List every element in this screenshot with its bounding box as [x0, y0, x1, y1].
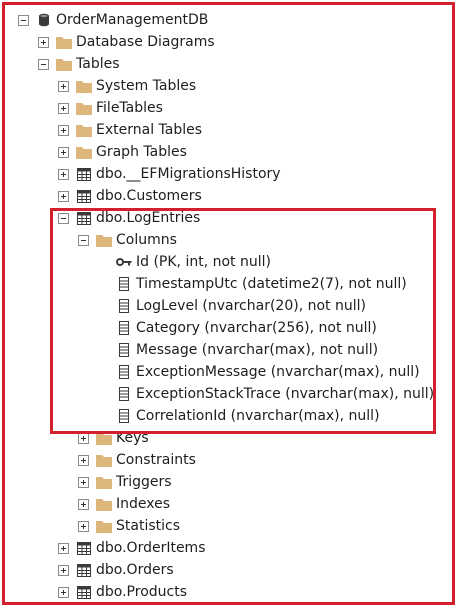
tree-node-label: OrderManagementDB	[56, 12, 209, 28]
expand-toggle-icon[interactable]	[78, 476, 89, 488]
tree-node-label: Tables	[76, 56, 120, 72]
folder-icon	[56, 56, 72, 72]
tree-node-label: Triggers	[116, 474, 172, 490]
tree-node-label: dbo.Products	[96, 584, 187, 600]
collapse-toggle-icon[interactable]	[18, 14, 29, 26]
expand-toggle-icon[interactable]	[58, 146, 69, 158]
tree-node-graph-tables[interactable]: Graph Tables	[0, 141, 462, 163]
tree-node-label: Database Diagrams	[76, 34, 215, 50]
folder-icon	[56, 34, 72, 50]
tree-node-table-products[interactable]: dbo.Products	[0, 581, 462, 603]
highlight-frame-log-entries	[50, 208, 436, 434]
tree-node-table-ef-history[interactable]: dbo.__EFMigrationsHistory	[0, 163, 462, 185]
expand-toggle-icon[interactable]	[78, 454, 89, 466]
collapse-toggle-icon[interactable]	[38, 58, 49, 70]
tree-node-label: System Tables	[96, 78, 197, 94]
expand-toggle-icon[interactable]	[58, 542, 69, 554]
tree-node-label: dbo.__EFMigrationsHistory	[96, 166, 281, 182]
expand-toggle-icon[interactable]	[78, 520, 89, 532]
expand-toggle-icon[interactable]	[78, 432, 89, 444]
tree-node-indexes[interactable]: Indexes	[0, 493, 462, 515]
tree-node-label: Statistics	[116, 518, 180, 534]
folder-icon	[96, 518, 112, 534]
tree-node-triggers[interactable]: Triggers	[0, 471, 462, 493]
expand-toggle-icon[interactable]	[58, 190, 69, 202]
folder-icon	[96, 496, 112, 512]
folder-icon	[96, 452, 112, 468]
tree-node-constraints[interactable]: Constraints	[0, 449, 462, 471]
table-icon	[76, 562, 92, 578]
expand-toggle-icon[interactable]	[58, 124, 69, 136]
table-icon	[76, 188, 92, 204]
tree-node-statistics[interactable]: Statistics	[0, 515, 462, 537]
expand-toggle-icon[interactable]	[58, 564, 69, 576]
tree-node-external-tables[interactable]: External Tables	[0, 119, 462, 141]
tree-node-database[interactable]: OrderManagementDB	[0, 9, 462, 31]
tree-node-label: Graph Tables	[96, 144, 187, 160]
folder-icon	[76, 144, 92, 160]
tree-node-database-diagrams[interactable]: Database Diagrams	[0, 31, 462, 53]
tree-node-label: dbo.Customers	[96, 188, 202, 204]
tree-node-label: FileTables	[96, 100, 163, 116]
expand-toggle-icon[interactable]	[58, 586, 69, 598]
tree-node-file-tables[interactable]: FileTables	[0, 97, 462, 119]
tree-node-table-orders[interactable]: dbo.Orders	[0, 559, 462, 581]
tree-node-table-customers[interactable]: dbo.Customers	[0, 185, 462, 207]
expand-toggle-icon[interactable]	[78, 498, 89, 510]
tree-node-label: dbo.OrderItems	[96, 540, 206, 556]
expand-toggle-icon[interactable]	[58, 80, 69, 92]
tree-node-label: dbo.Orders	[96, 562, 174, 578]
tree-node-label: Constraints	[116, 452, 196, 468]
tree-node-system-tables[interactable]: System Tables	[0, 75, 462, 97]
folder-icon	[76, 122, 92, 138]
tree-node-table-order-items[interactable]: dbo.OrderItems	[0, 537, 462, 559]
expand-toggle-icon[interactable]	[58, 102, 69, 114]
table-icon	[76, 584, 92, 600]
folder-icon	[76, 100, 92, 116]
table-icon	[76, 540, 92, 556]
tree-node-tables[interactable]: Tables	[0, 53, 462, 75]
database-icon	[36, 12, 52, 28]
tree-node-label: Indexes	[116, 496, 171, 512]
expand-toggle-icon[interactable]	[38, 36, 49, 48]
expand-toggle-icon[interactable]	[58, 168, 69, 180]
folder-icon	[76, 78, 92, 94]
folder-icon	[96, 474, 112, 490]
table-icon	[76, 166, 92, 182]
tree-node-label: External Tables	[96, 122, 203, 138]
